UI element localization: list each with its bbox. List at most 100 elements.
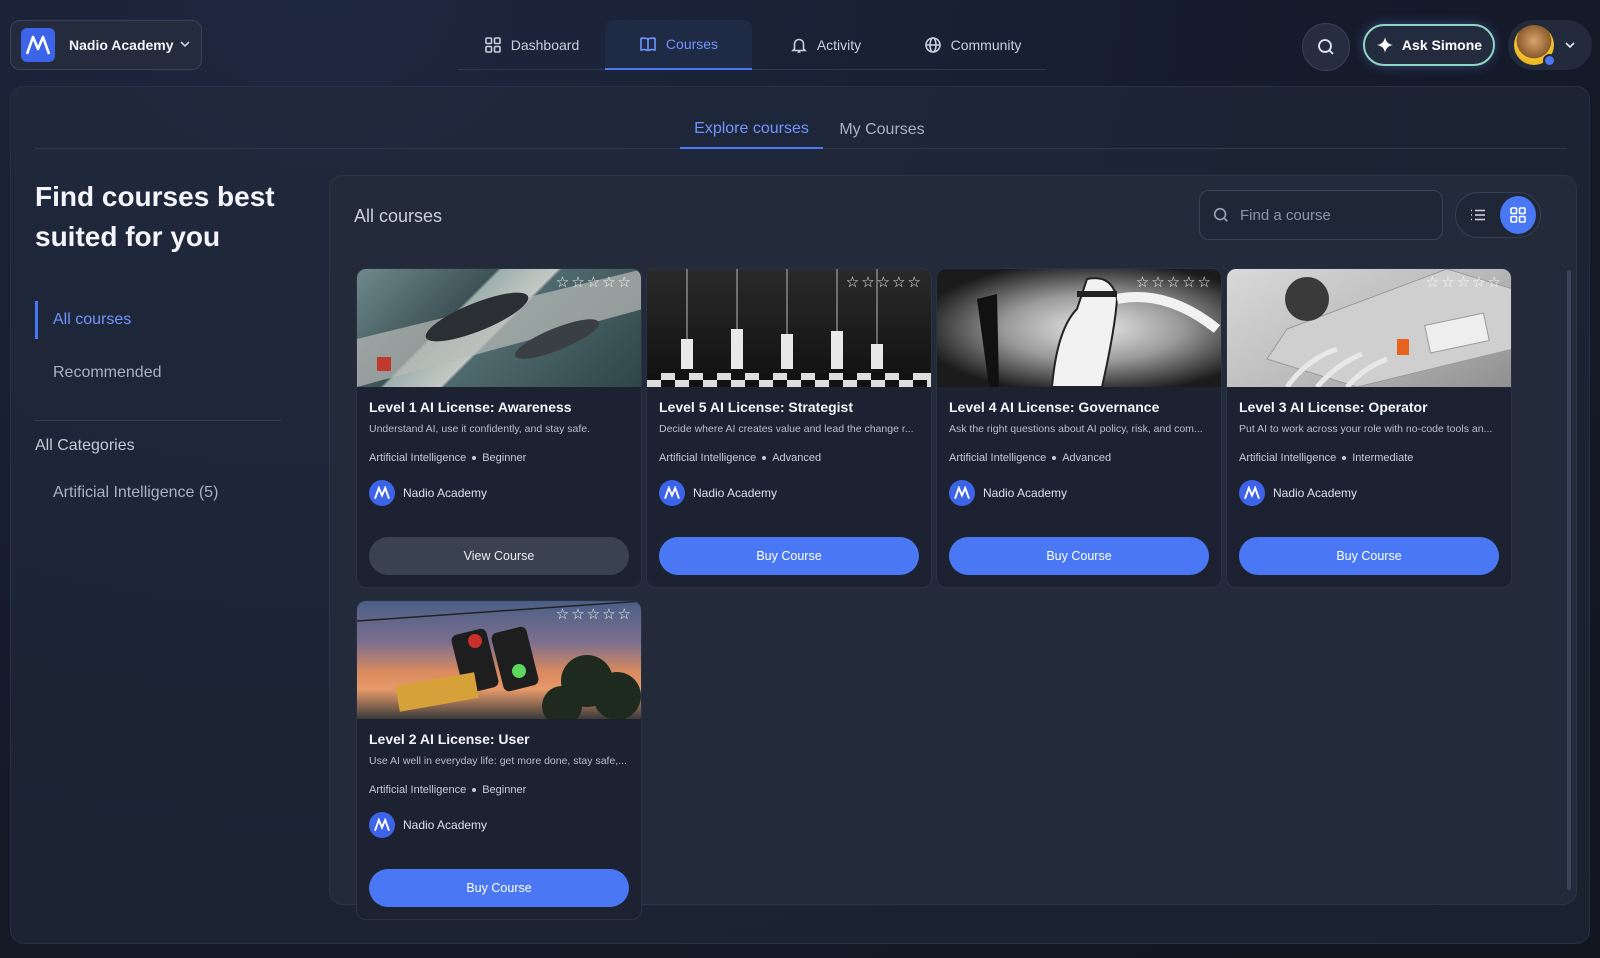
global-search-button[interactable] bbox=[1302, 23, 1350, 71]
category-artificial-intelligence[interactable]: Artificial Intelligence (5) bbox=[35, 474, 281, 512]
course-level: Beginner bbox=[482, 452, 527, 464]
star-icon[interactable]: ☆ bbox=[602, 607, 615, 622]
courses-content: All courses ☆☆☆☆☆ bbox=[329, 175, 1577, 920]
rating-stars: ☆ ☆ ☆ ☆ ☆ bbox=[556, 607, 631, 622]
author-name: Nadio Academy bbox=[693, 486, 778, 500]
course-category: Artificial Intelligence bbox=[369, 452, 467, 464]
nav-community[interactable]: Community bbox=[899, 20, 1046, 70]
content-scrollbar[interactable] bbox=[1567, 270, 1571, 890]
star-icon[interactable]: ☆ bbox=[1182, 275, 1195, 290]
course-author: Nadio Academy bbox=[659, 480, 777, 506]
dot-separator bbox=[762, 456, 767, 460]
course-meta: Artificial Intelligence Advanced bbox=[949, 452, 1111, 464]
buy-course-button[interactable]: Buy Course bbox=[949, 537, 1209, 575]
course-description: Ask the right questions about AI policy,… bbox=[949, 423, 1203, 435]
star-icon[interactable]: ☆ bbox=[1167, 275, 1180, 290]
dot-separator bbox=[1052, 456, 1057, 460]
view-toggle bbox=[1455, 192, 1541, 238]
star-icon[interactable]: ☆ bbox=[1441, 275, 1454, 290]
course-image-chess: ☆ ☆ ☆ ☆ ☆ bbox=[647, 269, 931, 387]
course-category: Artificial Intelligence bbox=[949, 452, 1047, 464]
nav-activity[interactable]: Activity bbox=[752, 20, 899, 70]
find-course-input[interactable] bbox=[1238, 205, 1428, 225]
sparkle-icon bbox=[1376, 37, 1393, 53]
star-icon[interactable]: ☆ bbox=[908, 275, 921, 290]
star-icon[interactable]: ☆ bbox=[877, 275, 890, 290]
filter-all-courses[interactable]: All courses bbox=[35, 301, 281, 339]
star-icon[interactable]: ☆ bbox=[892, 275, 905, 290]
tab-explore-courses[interactable]: Explore courses bbox=[680, 111, 823, 149]
star-icon[interactable]: ☆ bbox=[861, 275, 874, 290]
rating-stars: ☆ ☆ ☆ ☆ ☆ bbox=[556, 275, 631, 290]
list-view-button[interactable] bbox=[1460, 196, 1496, 234]
course-category: Artificial Intelligence bbox=[659, 452, 757, 464]
star-icon[interactable]: ☆ bbox=[571, 607, 584, 622]
course-meta: Artificial Intelligence Beginner bbox=[369, 452, 526, 464]
filter-recommended[interactable]: Recommended bbox=[35, 354, 281, 392]
dashboard-icon bbox=[484, 37, 501, 53]
top-bar: Nadio Academy Dashboard Courses Activity… bbox=[0, 0, 1600, 84]
star-icon[interactable]: ☆ bbox=[587, 275, 600, 290]
star-icon[interactable]: ☆ bbox=[1198, 275, 1211, 290]
star-icon[interactable]: ☆ bbox=[846, 275, 859, 290]
course-author: Nadio Academy bbox=[369, 812, 487, 838]
find-course-field[interactable] bbox=[1199, 190, 1443, 240]
course-card[interactable]: ☆ ☆ ☆ ☆ ☆ Level 3 AI License: Operator Put A… bbox=[1226, 268, 1512, 588]
org-switcher[interactable]: Nadio Academy bbox=[10, 20, 202, 70]
course-image-device: ☆ ☆ ☆ ☆ ☆ bbox=[1227, 269, 1511, 387]
dot-separator bbox=[1342, 456, 1347, 460]
ask-simone-button[interactable]: Ask Simone bbox=[1363, 24, 1495, 66]
course-description: Put AI to work across your role with no-… bbox=[1239, 423, 1493, 435]
course-category: Artificial Intelligence bbox=[1239, 452, 1337, 464]
course-subtabs: Explore courses My Courses bbox=[35, 111, 1567, 149]
buy-course-button[interactable]: Buy Course bbox=[369, 869, 629, 907]
user-menu[interactable] bbox=[1508, 20, 1592, 70]
star-icon[interactable]: ☆ bbox=[1426, 275, 1439, 290]
course-category: Artificial Intelligence bbox=[369, 784, 467, 796]
categories-heading: All Categories bbox=[35, 437, 135, 454]
nadio-logo-icon bbox=[1239, 480, 1265, 506]
nav-dashboard-label: Dashboard bbox=[510, 37, 580, 53]
nadio-logo-icon bbox=[949, 480, 975, 506]
nav-courses[interactable]: Courses bbox=[605, 20, 752, 70]
star-icon[interactable]: ☆ bbox=[618, 275, 631, 290]
rating-stars: ☆ ☆ ☆ ☆ ☆ bbox=[846, 275, 921, 290]
star-icon[interactable]: ☆ bbox=[1136, 275, 1149, 290]
course-title: Level 4 AI License: Governance bbox=[949, 399, 1160, 415]
star-icon[interactable]: ☆ bbox=[556, 275, 569, 290]
course-title: Level 5 AI License: Strategist bbox=[659, 399, 853, 415]
star-icon[interactable]: ☆ bbox=[1151, 275, 1164, 290]
nav-courses-label: Courses bbox=[665, 36, 719, 52]
main-nav: Dashboard Courses Activity Community bbox=[458, 20, 1046, 70]
star-icon[interactable]: ☆ bbox=[556, 607, 569, 622]
course-card[interactable]: ☆ ☆ ☆ ☆ ☆ Level 2 AI License: User Use AI we… bbox=[356, 600, 642, 920]
tab-my-courses[interactable]: My Courses bbox=[832, 111, 932, 149]
course-meta: Artificial Intelligence Intermediate bbox=[1239, 452, 1413, 464]
nadio-logo-icon bbox=[369, 480, 395, 506]
nadio-logo-icon bbox=[659, 480, 685, 506]
buy-course-button[interactable]: Buy Course bbox=[1239, 537, 1499, 575]
author-name: Nadio Academy bbox=[1273, 486, 1358, 500]
dot-separator bbox=[472, 456, 477, 460]
star-icon[interactable]: ☆ bbox=[602, 275, 615, 290]
course-title: Level 3 AI License: Operator bbox=[1239, 399, 1428, 415]
nav-dashboard[interactable]: Dashboard bbox=[458, 20, 605, 70]
star-icon[interactable]: ☆ bbox=[1472, 275, 1485, 290]
buy-course-button[interactable]: Buy Course bbox=[659, 537, 919, 575]
view-course-button[interactable]: View Course bbox=[369, 537, 629, 575]
star-icon[interactable]: ☆ bbox=[1457, 275, 1470, 290]
rating-stars: ☆ ☆ ☆ ☆ ☆ bbox=[1426, 275, 1501, 290]
star-icon[interactable]: ☆ bbox=[1488, 275, 1501, 290]
course-card[interactable]: ☆ ☆ ☆ ☆ ☆ Level 4 AI License: Governance Ask… bbox=[936, 268, 1222, 588]
search-icon bbox=[1213, 207, 1228, 222]
grid-view-button[interactable] bbox=[1500, 196, 1536, 234]
course-card[interactable]: ☆ ☆ ☆ ☆ ☆ Level 1 AI License: Awareness Unde… bbox=[356, 268, 642, 588]
star-icon[interactable]: ☆ bbox=[618, 607, 631, 622]
course-card[interactable]: ☆ ☆ ☆ ☆ ☆ Level 5 AI License: Strategist Dec… bbox=[646, 268, 932, 588]
star-icon[interactable]: ☆ bbox=[571, 275, 584, 290]
course-image-traffic-light: ☆ ☆ ☆ ☆ ☆ bbox=[357, 601, 641, 719]
nav-community-label: Community bbox=[950, 37, 1022, 53]
course-level: Advanced bbox=[772, 452, 822, 464]
page-title: Find courses best suited for you bbox=[35, 181, 275, 252]
star-icon[interactable]: ☆ bbox=[587, 607, 600, 622]
